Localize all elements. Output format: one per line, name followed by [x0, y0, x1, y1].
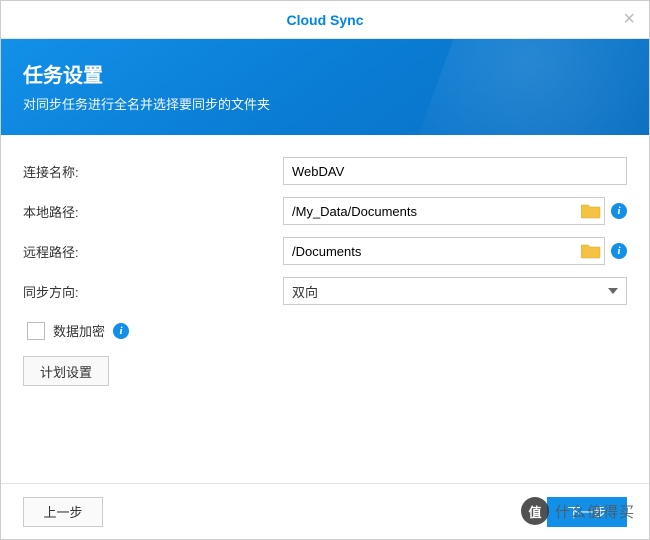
app-title: Cloud Sync — [286, 12, 363, 28]
row-connection-name: 连接名称: — [23, 157, 627, 185]
form-area: 连接名称: 本地路径: i 远程路径: — [1, 135, 649, 483]
dialog-window: Cloud Sync × 任务设置 对同步任务进行全名并选择要同步的文件夹 连接… — [0, 0, 650, 540]
select-sync-direction-value: 双向 — [292, 282, 318, 301]
label-remote-path: 远程路径: — [23, 242, 283, 261]
input-remote-path[interactable] — [283, 237, 605, 265]
row-encryption: 数据加密 i — [23, 321, 627, 340]
info-icon[interactable]: i — [611, 243, 627, 259]
label-encryption: 数据加密 — [53, 321, 105, 340]
row-remote-path: 远程路径: i — [23, 237, 627, 265]
banner: 任务设置 对同步任务进行全名并选择要同步的文件夹 — [1, 39, 649, 135]
row-schedule: 计划设置 — [23, 352, 627, 386]
select-sync-direction[interactable]: 双向 — [283, 277, 627, 305]
folder-icon[interactable] — [581, 203, 601, 219]
chevron-down-icon — [608, 288, 618, 294]
banner-subtitle: 对同步任务进行全名并选择要同步的文件夹 — [23, 94, 627, 113]
label-sync-direction: 同步方向: — [23, 282, 283, 301]
folder-icon[interactable] — [581, 243, 601, 259]
input-local-path[interactable] — [283, 197, 605, 225]
next-button[interactable]: 下一步 — [547, 497, 627, 527]
label-local-path: 本地路径: — [23, 202, 283, 221]
info-icon[interactable]: i — [113, 323, 129, 339]
footer: 上一步 下一步 — [1, 483, 649, 539]
label-connection-name: 连接名称: — [23, 162, 283, 181]
schedule-settings-button[interactable]: 计划设置 — [23, 356, 109, 386]
row-sync-direction: 同步方向: 双向 — [23, 277, 627, 305]
back-button[interactable]: 上一步 — [23, 497, 103, 527]
row-local-path: 本地路径: i — [23, 197, 627, 225]
banner-title: 任务设置 — [23, 59, 627, 88]
input-connection-name[interactable] — [283, 157, 627, 185]
titlebar: Cloud Sync × — [1, 1, 649, 39]
checkbox-encryption[interactable] — [27, 322, 45, 340]
close-icon[interactable]: × — [623, 9, 635, 29]
info-icon[interactable]: i — [611, 203, 627, 219]
